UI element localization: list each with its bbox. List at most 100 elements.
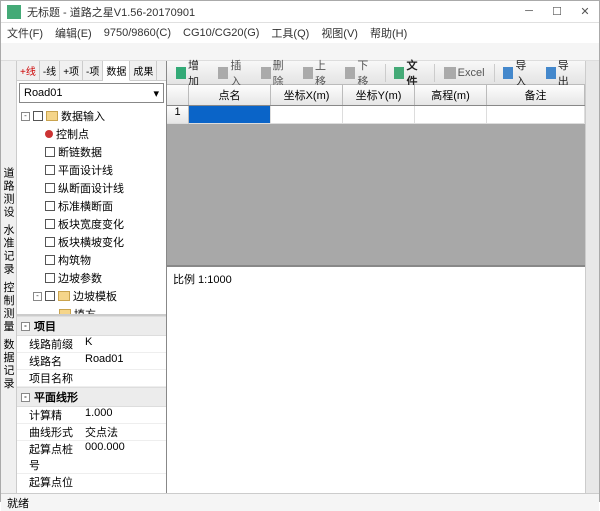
prop-value[interactable]: 1.000 bbox=[79, 407, 164, 423]
checkbox[interactable] bbox=[45, 291, 55, 301]
tree-toggle-icon[interactable]: - bbox=[21, 112, 30, 121]
scrollbar-vertical[interactable] bbox=[585, 61, 599, 493]
checkbox[interactable] bbox=[45, 165, 55, 175]
menu-file[interactable]: 文件(F) bbox=[5, 23, 45, 43]
tree-toggle-icon bbox=[33, 148, 42, 157]
tab-result[interactable]: 成果 bbox=[130, 61, 157, 80]
tree-label: 断链数据 bbox=[58, 144, 102, 160]
tree-label: 板块横坡变化 bbox=[58, 234, 124, 250]
chevron-down-icon: ▾ bbox=[153, 87, 159, 100]
tree-node[interactable]: 断链数据 bbox=[19, 143, 164, 161]
cell[interactable] bbox=[343, 106, 415, 124]
maximize-button[interactable]: ☐ bbox=[549, 5, 565, 18]
tree-node[interactable]: 纵断面设计线 bbox=[19, 179, 164, 197]
cell-selected[interactable] bbox=[189, 106, 271, 124]
tree-node[interactable]: 标准横断面 bbox=[19, 197, 164, 215]
row-number[interactable]: 1 bbox=[167, 106, 189, 124]
menu-cg10[interactable]: CG10/CG20(G) bbox=[181, 25, 261, 41]
left-panel: +线 -线 +项 -项 数据 成果 Road01 ▾ - 数据输入控制点断链数据平… bbox=[17, 61, 167, 493]
prop-key: 起算点桩号 bbox=[19, 441, 79, 473]
separator bbox=[494, 64, 495, 82]
menu-edit[interactable]: 编辑(E) bbox=[53, 23, 94, 43]
tree-node[interactable]: - 数据输入 bbox=[19, 107, 164, 125]
checkbox[interactable] bbox=[45, 201, 55, 211]
prop-key: 线路名 bbox=[19, 353, 79, 369]
tree-toggle-icon[interactable]: - bbox=[33, 292, 42, 301]
checkbox[interactable] bbox=[45, 183, 55, 193]
tree-node[interactable]: 平面设计线 bbox=[19, 161, 164, 179]
col-elev[interactable]: 高程(m) bbox=[415, 85, 487, 105]
toolbar-icon bbox=[218, 67, 228, 79]
menu-9750[interactable]: 9750/9860(C) bbox=[102, 25, 173, 41]
grid-corner[interactable] bbox=[167, 85, 189, 105]
tree-node[interactable]: 构筑物 bbox=[19, 251, 164, 269]
prop-row[interactable]: 曲线形式交点法 bbox=[17, 424, 166, 441]
col-remark[interactable]: 备注 bbox=[487, 85, 585, 105]
checkbox[interactable] bbox=[45, 255, 55, 265]
tab-removeline[interactable]: -线 bbox=[40, 61, 60, 80]
prop-value[interactable]: 000.000 bbox=[79, 441, 164, 473]
road-select[interactable]: Road01 ▾ bbox=[19, 83, 164, 103]
tab-additem[interactable]: +项 bbox=[60, 61, 83, 80]
close-button[interactable]: ✕ bbox=[577, 5, 593, 18]
tree-label: 边坡参数 bbox=[58, 270, 102, 286]
prop-row[interactable]: 项目名称 bbox=[17, 370, 166, 387]
collapse-icon[interactable]: - bbox=[21, 322, 30, 331]
checkbox[interactable] bbox=[45, 237, 55, 247]
prop-group[interactable]: -项目 bbox=[17, 316, 166, 336]
prop-row[interactable]: 计算精1.000 bbox=[17, 407, 166, 424]
col-x[interactable]: 坐标X(m) bbox=[271, 85, 343, 105]
tab-removeitem[interactable]: -项 bbox=[83, 61, 103, 80]
checkbox[interactable] bbox=[45, 273, 55, 283]
cell[interactable] bbox=[271, 106, 343, 124]
collapse-icon[interactable]: - bbox=[21, 393, 30, 402]
minimize-button[interactable]: ─ bbox=[521, 5, 537, 18]
checkbox[interactable] bbox=[45, 147, 55, 157]
menu-view[interactable]: 视图(V) bbox=[319, 23, 360, 43]
tab-addline[interactable]: +线 bbox=[17, 61, 40, 80]
prop-row[interactable]: 线路前缀K bbox=[17, 336, 166, 353]
prop-row[interactable]: 起算点位置 bbox=[17, 474, 166, 493]
menu-tools[interactable]: 工具(Q) bbox=[269, 23, 311, 43]
tree-view: - 数据输入控制点断链数据平面设计线纵断面设计线标准横断面板块宽度变化板块横坡变化… bbox=[17, 105, 166, 315]
tree-node[interactable]: 边坡参数 bbox=[19, 269, 164, 287]
table-row[interactable]: 1 bbox=[167, 106, 585, 124]
vertical-tab[interactable]: 道路测设 水准记录 控制测量 数据记录 bbox=[1, 61, 17, 493]
tree-node[interactable]: 控制点 bbox=[19, 125, 164, 143]
toolbar-icon bbox=[444, 67, 456, 79]
prop-value[interactable]: 交点法 bbox=[79, 424, 164, 440]
tree-label: 数据输入 bbox=[61, 108, 105, 124]
tree-label: 标准横断面 bbox=[58, 198, 113, 214]
cell[interactable] bbox=[415, 106, 487, 124]
toolbar-icon bbox=[345, 67, 355, 79]
tree-node[interactable]: -边坡模板 bbox=[19, 287, 164, 305]
tree-node[interactable]: 板块横坡变化 bbox=[19, 233, 164, 251]
prop-value[interactable] bbox=[79, 474, 164, 493]
folder-icon bbox=[46, 111, 58, 121]
tab-data[interactable]: 数据 bbox=[103, 61, 130, 81]
checkbox[interactable] bbox=[33, 111, 43, 121]
toolbar-label: 导入 bbox=[515, 57, 533, 89]
prop-row[interactable]: 起算点桩号000.000 bbox=[17, 441, 166, 474]
checkbox[interactable] bbox=[45, 219, 55, 229]
menu-help[interactable]: 帮助(H) bbox=[368, 23, 409, 43]
prop-row[interactable]: 线路名Road01 bbox=[17, 353, 166, 370]
cell[interactable] bbox=[487, 106, 585, 124]
tree-node[interactable]: 板块宽度变化 bbox=[19, 215, 164, 233]
col-name[interactable]: 点名 bbox=[189, 85, 271, 105]
toolbar-label: 文件 bbox=[406, 57, 424, 89]
tree-node[interactable]: 填方 bbox=[19, 305, 164, 315]
preview-pane: 比例 1:1000 bbox=[167, 265, 585, 493]
toolbar-icon bbox=[261, 67, 271, 79]
folder-icon bbox=[58, 291, 70, 301]
prop-value[interactable]: K bbox=[79, 336, 164, 352]
tree-toggle-icon bbox=[33, 220, 42, 229]
prop-key: 起算点位置 bbox=[19, 474, 79, 493]
data-grid[interactable]: 点名 坐标X(m) 坐标Y(m) 高程(m) 备注 1 bbox=[167, 85, 585, 265]
prop-group[interactable]: -平面线形 bbox=[17, 387, 166, 407]
prop-value[interactable]: Road01 bbox=[79, 353, 164, 369]
toolbar-icon bbox=[503, 67, 513, 79]
prop-value[interactable] bbox=[79, 370, 164, 386]
col-y[interactable]: 坐标Y(m) bbox=[343, 85, 415, 105]
titlebar: 无标题 - 道路之星V1.56-20170901 ─ ☐ ✕ bbox=[1, 1, 599, 23]
